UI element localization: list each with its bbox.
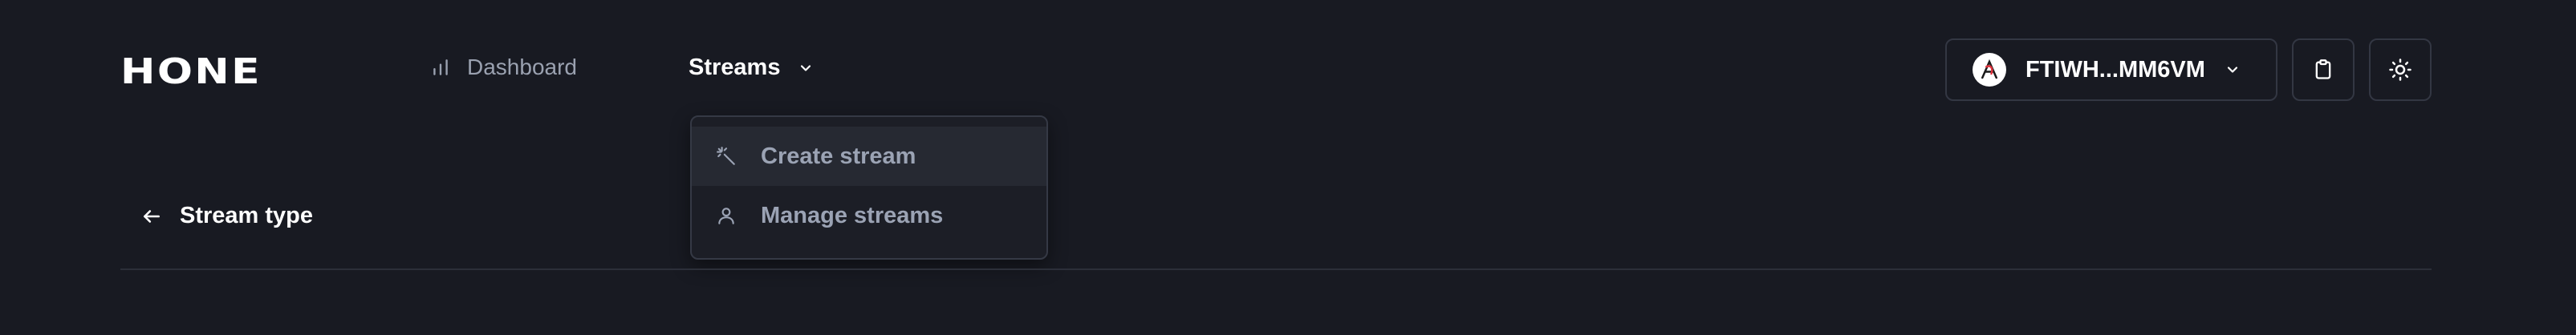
chevron-down-icon (2225, 62, 2241, 78)
chevron-down-icon (798, 60, 814, 76)
theme-toggle-button[interactable] (2369, 38, 2432, 101)
clipboard-button[interactable] (2292, 38, 2355, 101)
menu-item-label: Manage streams (761, 202, 944, 228)
wallet-avatar-icon (1973, 53, 2006, 87)
menu-item-manage-streams[interactable]: Manage streams (692, 186, 1046, 245)
menu-item-create-stream[interactable]: Create stream (692, 127, 1046, 186)
magic-wand-icon (716, 146, 737, 167)
wallet-address: FTIWH...MM6VM (2025, 56, 2205, 83)
menu-item-label: Create stream (761, 143, 916, 169)
user-icon (716, 205, 737, 226)
wallet-button[interactable]: FTIWH...MM6VM (1945, 38, 2277, 101)
back-to-stream-type[interactable]: Stream type (141, 203, 313, 229)
page-title: Stream type (180, 203, 314, 228)
nav-dashboard[interactable]: Dashboard (430, 54, 577, 80)
sun-icon (2388, 58, 2412, 82)
streams-dropdown-menu: Create stream Manage streams (690, 115, 1048, 260)
bar-chart-icon (430, 57, 451, 78)
header-divider (120, 268, 2432, 270)
nav-dashboard-label: Dashboard (467, 54, 577, 79)
nav-streams-label: Streams (689, 54, 781, 80)
hone-logo[interactable]: HONE (120, 51, 262, 92)
clipboard-icon (2312, 59, 2334, 81)
arrow-left-icon (141, 206, 162, 227)
nav-streams[interactable]: Streams (689, 54, 814, 81)
